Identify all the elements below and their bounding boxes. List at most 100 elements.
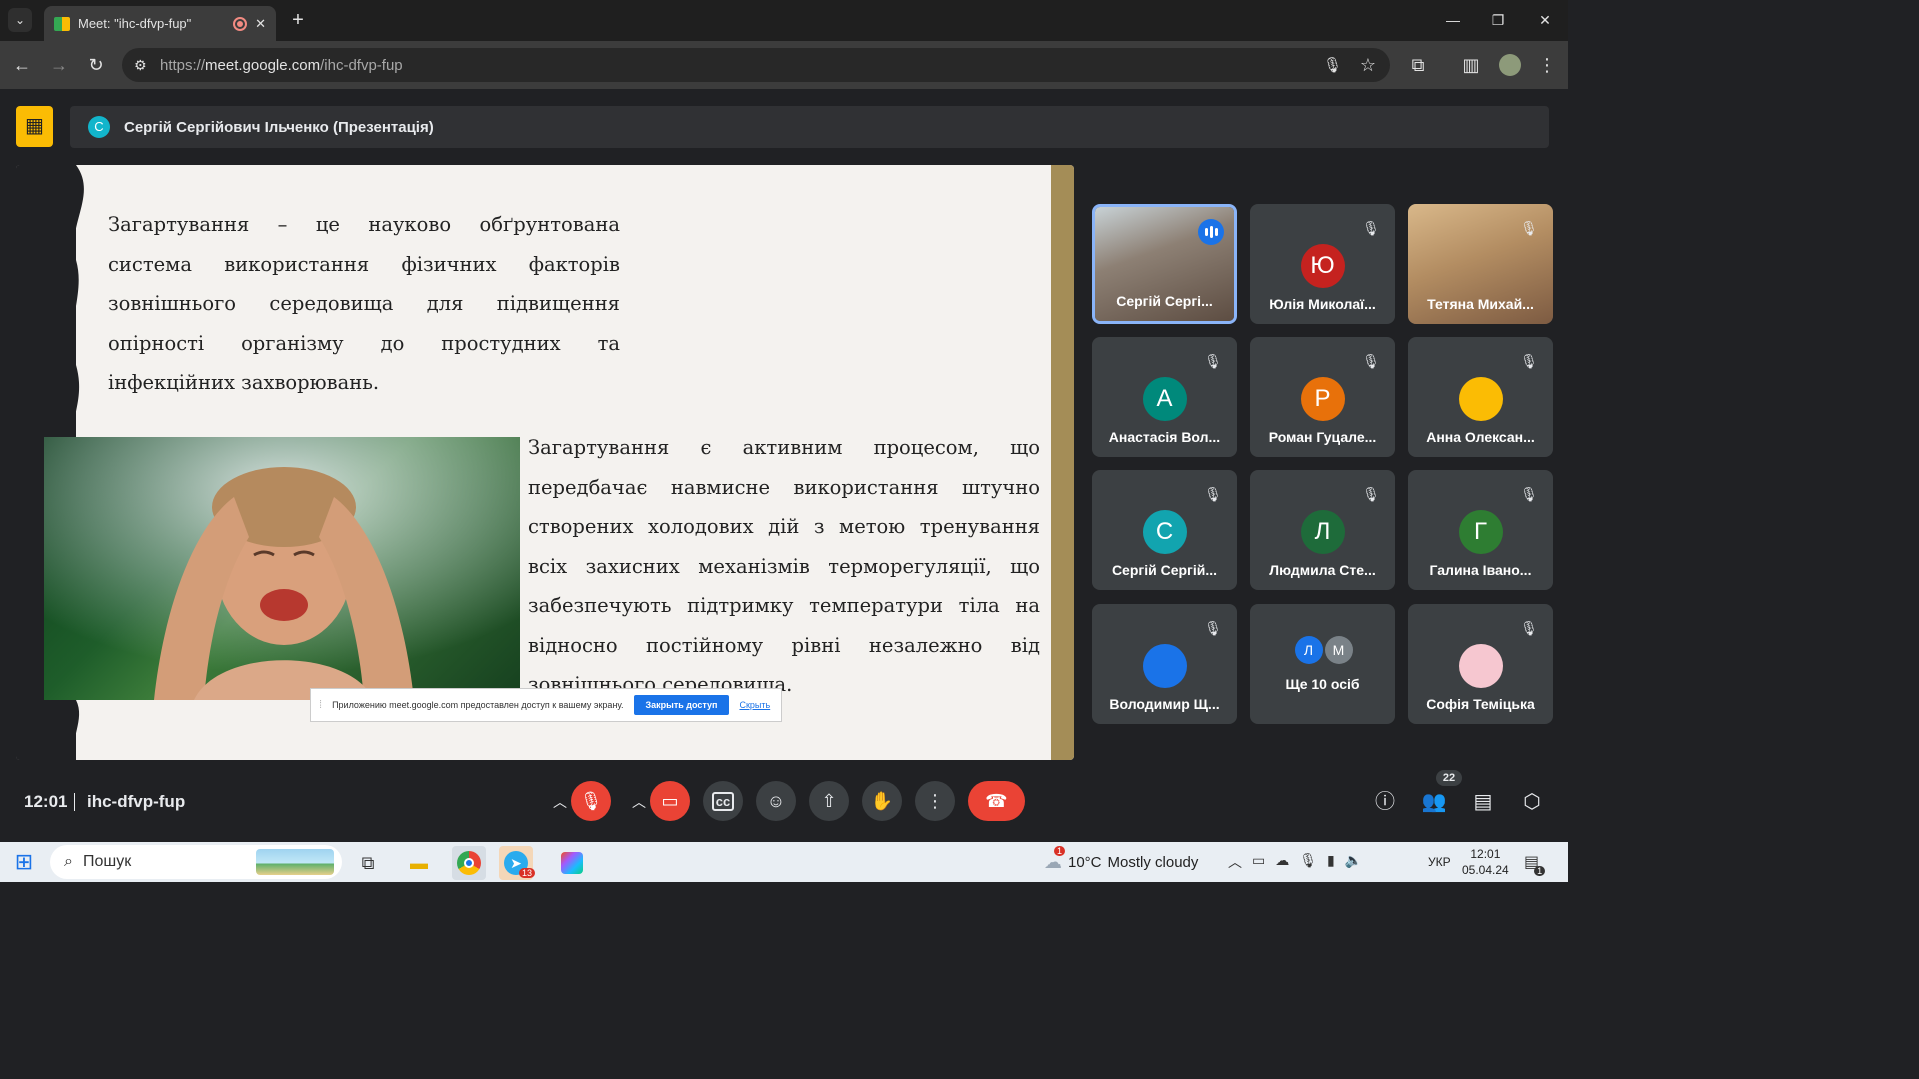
participant-tile[interactable]: Ю 🎙 Юлія Миколаї... bbox=[1250, 204, 1395, 324]
bookmark-star-icon[interactable]: ☆ bbox=[1360, 55, 1376, 76]
leave-call-button[interactable]: ☎ bbox=[968, 781, 1025, 821]
participant-avatar: Р bbox=[1300, 377, 1345, 421]
participant-name: Роман Гуцале... bbox=[1268, 429, 1377, 445]
participant-tile[interactable]: А 🎙 Анастасія Вол... bbox=[1092, 337, 1237, 457]
participant-name: Сергій Сергі... bbox=[1116, 293, 1213, 309]
camera-off-icon: ▭ bbox=[661, 790, 679, 811]
participant-avatar: Л bbox=[1300, 510, 1345, 554]
participant-tile[interactable]: Г 🎙 Галина Івано... bbox=[1408, 470, 1553, 590]
participant-tile[interactable]: Л М Ще 10 осіб bbox=[1250, 604, 1395, 724]
muted-mic-icon: 🎙 bbox=[1362, 220, 1380, 236]
show-hidden-icons-chevron-icon[interactable]: ︿ bbox=[1228, 852, 1242, 872]
reactions-button[interactable]: ☺ bbox=[756, 781, 796, 821]
participant-tile[interactable]: С 🎙 Сергій Сергій... bbox=[1092, 470, 1237, 590]
browser-menu-icon[interactable]: ⋮ bbox=[1534, 52, 1560, 78]
participant-tile[interactable]: Р 🎙 Роман Гуцале... bbox=[1250, 337, 1395, 457]
weather-widget[interactable]: ☁ 1 10°C Mostly cloudy bbox=[1044, 846, 1199, 873]
muted-mic-icon: 🎙 bbox=[1204, 620, 1222, 636]
system-date: 05.04.24 bbox=[1462, 863, 1509, 877]
mini-avatar: Л bbox=[1294, 636, 1323, 664]
drag-handle-icon[interactable]: ⁞ bbox=[319, 699, 322, 711]
present-button[interactable]: ⇧ bbox=[809, 781, 849, 821]
participant-tile[interactable]: 🎙 Тетяна Михай... bbox=[1408, 204, 1553, 324]
notification-count-badge: 1 bbox=[1534, 866, 1546, 876]
keyboard-language[interactable]: УКР bbox=[1428, 855, 1451, 869]
figma-taskbar-icon[interactable] bbox=[555, 846, 589, 880]
meeting-info-icon[interactable]: ⓘ bbox=[1371, 788, 1399, 816]
weather-alert-badge: 1 bbox=[1054, 846, 1066, 856]
task-view-icon[interactable]: ⧉ bbox=[351, 846, 385, 880]
presenter-avatar: С bbox=[88, 116, 110, 138]
profile-avatar[interactable] bbox=[1499, 54, 1521, 76]
back-button[interactable]: ← bbox=[9, 52, 35, 78]
meeting-code: ihc-dfvp-fup bbox=[87, 792, 186, 811]
participant-avatar: А bbox=[1142, 377, 1187, 421]
tab-search-chevron-icon[interactable]: ⌄ bbox=[8, 8, 32, 32]
microphone-tray-icon[interactable]: 🎙 bbox=[1299, 852, 1317, 872]
participant-tile[interactable]: 🎙 Анна Олексан... bbox=[1408, 337, 1553, 457]
emoji-icon: ☺ bbox=[766, 790, 786, 811]
participant-name: Сергій Сергій... bbox=[1111, 562, 1218, 578]
taskbar-search-box[interactable]: ⌕ Пошук bbox=[50, 845, 342, 879]
weather-description: Mostly cloudy bbox=[1107, 854, 1199, 871]
participant-name: Ще 10 осіб bbox=[1285, 676, 1360, 692]
participant-tile[interactable]: Сергій Сергі... bbox=[1092, 204, 1237, 324]
hide-toast-link[interactable]: Скрыть bbox=[739, 700, 770, 710]
participant-count-badge: 22 bbox=[1436, 770, 1462, 786]
notifications-icon[interactable]: ▤ 1 bbox=[1524, 852, 1546, 876]
audio-options-chevron-icon[interactable]: ︿ bbox=[553, 792, 567, 812]
file-explorer-icon[interactable]: ▬ bbox=[402, 846, 436, 880]
more-options-button[interactable]: ⋮ bbox=[915, 781, 955, 821]
speaking-indicator-icon bbox=[1198, 219, 1224, 245]
activities-icon[interactable]: ⬡ bbox=[1518, 788, 1546, 816]
present-screen-icon: ⇧ bbox=[821, 790, 837, 811]
video-options-chevron-icon[interactable]: ︿ bbox=[632, 792, 646, 812]
windows-start-icon[interactable]: ⊞ bbox=[12, 850, 36, 874]
search-highlight-illustration bbox=[256, 849, 334, 875]
address-bar[interactable]: ⚙ https://meet.google.com/ihc-dfvp-fup 🎙… bbox=[122, 48, 1390, 82]
reload-button[interactable]: ↻ bbox=[83, 52, 109, 78]
chat-icon[interactable]: ▤ bbox=[1469, 788, 1497, 816]
tab-close-icon[interactable]: ✕ bbox=[255, 16, 266, 32]
close-window-button[interactable]: ✕ bbox=[1530, 8, 1560, 32]
participant-tile[interactable]: 🎙 Володимир Щ... bbox=[1092, 604, 1237, 724]
clock-separator bbox=[74, 793, 75, 811]
participant-name: Галина Івано... bbox=[1429, 562, 1532, 578]
participant-tile[interactable]: Л 🎙 Людмила Сте... bbox=[1250, 470, 1395, 590]
telegram-taskbar-icon[interactable]: ➤ 13 bbox=[499, 846, 535, 880]
site-info-icon[interactable]: ⚙ bbox=[134, 57, 147, 74]
restore-window-button[interactable]: ❐ bbox=[1483, 8, 1513, 32]
screen-share-toast: ⁞ Приложению meet.google.com предоставле… bbox=[310, 688, 782, 722]
microphone-toggle-button[interactable]: 🎙 bbox=[571, 781, 611, 821]
monitor-icon[interactable]: ▭ bbox=[1252, 852, 1265, 872]
presentation-icon[interactable]: ▦ bbox=[16, 106, 53, 147]
microphone-permission-icon[interactable]: 🎙 bbox=[1323, 56, 1342, 74]
url-path: /ihc-dfvp-fup bbox=[320, 56, 403, 74]
system-time: 12:01 bbox=[1470, 847, 1501, 861]
chrome-taskbar-icon[interactable] bbox=[452, 846, 486, 880]
forward-button[interactable]: → bbox=[46, 52, 72, 78]
browser-tab-meet[interactable]: Meet: "ihc-dfvp-fup" ✕ bbox=[44, 6, 276, 41]
raise-hand-button[interactable]: ✋ bbox=[862, 781, 902, 821]
captions-button[interactable]: cc bbox=[703, 781, 743, 821]
recording-indicator-icon bbox=[233, 16, 248, 31]
participant-name: Володимир Щ... bbox=[1109, 696, 1220, 712]
camera-toggle-button[interactable]: ▭ bbox=[650, 781, 690, 821]
participant-tile[interactable]: 🎙 Софія Теміцька bbox=[1408, 604, 1553, 724]
minimize-window-button[interactable]: — bbox=[1438, 8, 1468, 32]
battery-icon[interactable]: ▮ bbox=[1327, 852, 1335, 872]
side-panel-icon[interactable]: ▥ bbox=[1458, 52, 1484, 78]
url-prefix: https:// bbox=[160, 56, 206, 74]
search-icon: ⌕ bbox=[64, 853, 73, 870]
participant-name: Тетяна Михай... bbox=[1427, 296, 1534, 312]
muted-mic-icon: 🎙 bbox=[1204, 353, 1222, 369]
people-icon[interactable]: 👥 bbox=[1420, 788, 1448, 816]
muted-mic-icon: 🎙 bbox=[1520, 486, 1538, 502]
cloud-sync-icon[interactable]: ☁ bbox=[1275, 852, 1289, 872]
participant-avatar bbox=[1142, 644, 1187, 688]
volume-icon[interactable]: 🔈 bbox=[1345, 852, 1362, 872]
extensions-icon[interactable]: ⧉ bbox=[1405, 52, 1431, 78]
stop-sharing-button[interactable]: Закрыть доступ bbox=[633, 695, 730, 715]
system-clock[interactable]: 12:01 05.04.24 bbox=[1462, 846, 1509, 878]
new-tab-button[interactable]: + bbox=[286, 8, 310, 32]
